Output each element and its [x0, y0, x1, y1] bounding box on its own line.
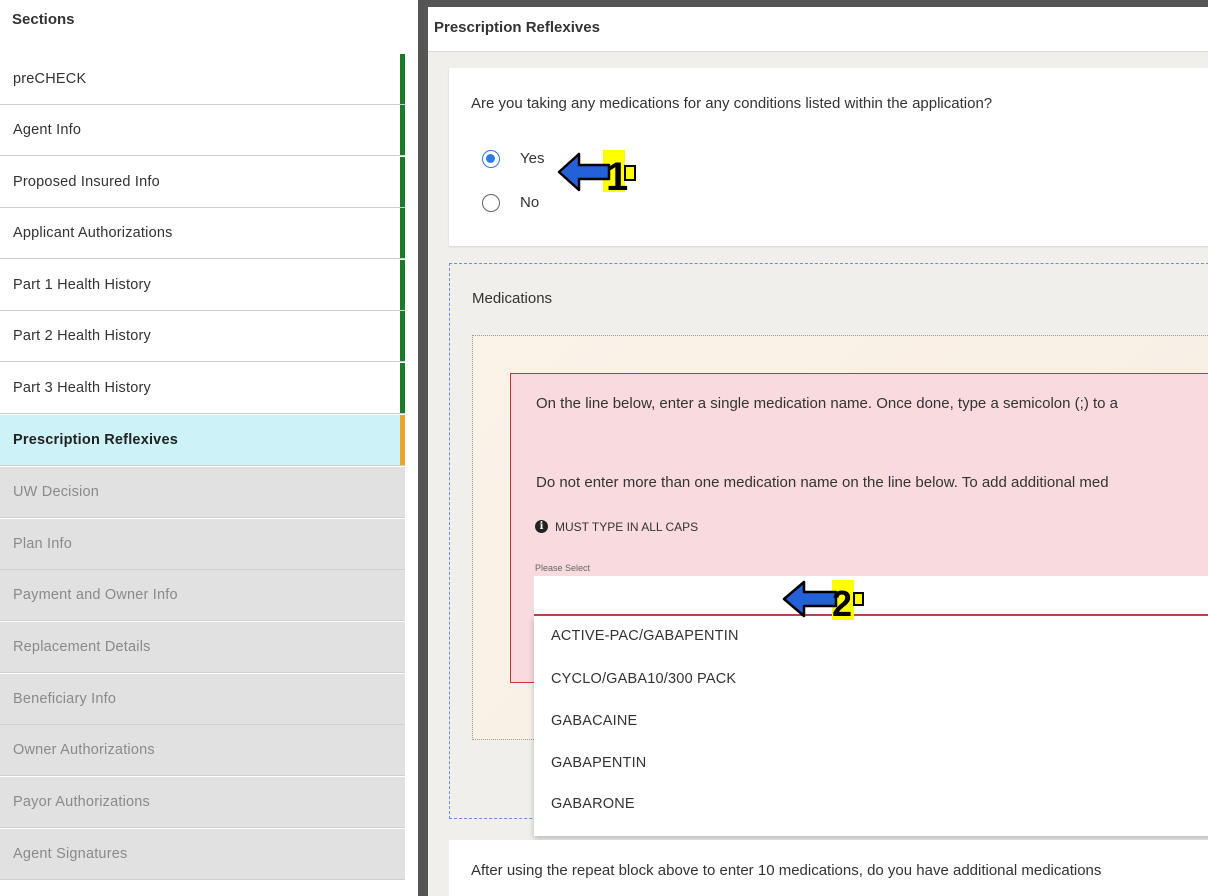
- sidebar-item-uw-decision[interactable]: UW Decision: [0, 467, 405, 518]
- sidebar-item-label: preCHECK: [13, 71, 87, 87]
- sidebar-item-prescription-reflexives[interactable]: Prescription Reflexives: [0, 415, 405, 466]
- medication-instruction-2: Do not enter more than one medication na…: [536, 474, 1109, 491]
- annotation-arrow-2: 2: [782, 580, 864, 624]
- sidebar-item-label: Prescription Reflexives: [13, 432, 178, 448]
- sidebar-item-precheck[interactable]: preCHECK: [0, 54, 405, 105]
- sidebar-header: Sections: [0, 0, 405, 55]
- annotation-tail-2: [853, 592, 864, 606]
- sidebar-item-label: Proposed Insured Info: [13, 174, 160, 190]
- radio-label-no: No: [520, 194, 540, 211]
- medication-select-input[interactable]: [534, 576, 1208, 616]
- sidebar-item-label: Part 3 Health History: [13, 380, 151, 396]
- sidebar-item-payor-authorizations[interactable]: Payor Authorizations: [0, 777, 405, 828]
- sidebar-item-applicant-authorizations[interactable]: Applicant Authorizations: [0, 208, 405, 259]
- dropdown-option[interactable]: ACTIVE-PAC/GABAPENTIN: [551, 628, 739, 644]
- page-title: Prescription Reflexives: [434, 19, 600, 36]
- medication-dropdown: ACTIVE-PAC/GABAPENTIN CYCLO/GABA10/300 P…: [534, 616, 1208, 836]
- radio-button-no[interactable]: [482, 194, 500, 212]
- dropdown-option[interactable]: CYCLO/GABA10/300 PACK: [551, 671, 736, 687]
- medication-instruction-1: On the line below, enter a single medica…: [536, 395, 1118, 412]
- sidebar-item-part2-health-history[interactable]: Part 2 Health History: [0, 311, 405, 362]
- annotation-arrow-1: 1: [557, 150, 636, 196]
- dropdown-option[interactable]: GABACAINE: [551, 713, 637, 729]
- followup-question-text: After using the repeat block above to en…: [471, 862, 1102, 879]
- info-icon: i: [535, 520, 548, 533]
- annotation-number-1: 1: [606, 155, 628, 196]
- sidebar-item-proposed-insured-info[interactable]: Proposed Insured Info: [0, 157, 405, 208]
- sidebar-item-agent-signatures[interactable]: Agent Signatures: [0, 829, 405, 880]
- annotation-number-2: 2: [832, 583, 852, 624]
- annotation-arrowhead-1: [557, 152, 611, 192]
- page-header: Prescription Reflexives: [428, 7, 1208, 52]
- sidebar-item-part1-health-history[interactable]: Part 1 Health History: [0, 260, 405, 311]
- dropdown-option[interactable]: GABARONE: [551, 796, 635, 812]
- sidebar-item-label: Part 1 Health History: [13, 277, 151, 293]
- sidebar-item-label: Agent Signatures: [13, 846, 128, 862]
- sidebar-item-agent-info[interactable]: Agent Info: [0, 105, 405, 156]
- sidebar-item-label: Payor Authorizations: [13, 794, 150, 810]
- sidebar-item-label: Applicant Authorizations: [13, 225, 173, 241]
- sidebar-item-plan-info[interactable]: Plan Info: [0, 519, 405, 570]
- sidebar-item-label: UW Decision: [13, 484, 99, 500]
- sidebar-item-label: Plan Info: [13, 536, 73, 552]
- select-label: Please Select: [535, 563, 591, 573]
- annotation-arrowhead-2: [782, 580, 838, 618]
- sidebar-item-label: Replacement Details: [13, 639, 151, 655]
- sidebar-item-label: Beneficiary Info: [13, 691, 117, 707]
- sidebar-item-part3-health-history[interactable]: Part 3 Health History: [0, 363, 405, 414]
- followup-question-card: After using the repeat block above to en…: [449, 840, 1208, 896]
- sidebar-item-label: Payment and Owner Info: [13, 587, 178, 603]
- sidebar-item-payment-owner-info[interactable]: Payment and Owner Info: [0, 570, 405, 621]
- question-text: Are you taking any medications for any c…: [471, 95, 993, 112]
- sidebar-item-label: Agent Info: [13, 122, 82, 138]
- sidebar-title: Sections: [12, 11, 75, 28]
- sections-sidebar: Sections preCHECK Agent Info Proposed In…: [0, 0, 405, 896]
- sidebar-item-replacement-details[interactable]: Replacement Details: [0, 622, 405, 673]
- sidebar-item-beneficiary-info[interactable]: Beneficiary Info: [0, 674, 405, 725]
- sidebar-item-owner-authorizations[interactable]: Owner Authorizations: [0, 725, 405, 776]
- medications-title: Medications: [472, 290, 553, 307]
- radio-button-yes[interactable]: [482, 150, 500, 168]
- radio-label-yes: Yes: [520, 150, 545, 167]
- dropdown-option[interactable]: GABAPENTIN: [551, 755, 646, 771]
- caps-note: MUST TYPE IN ALL CAPS: [555, 520, 699, 534]
- sidebar-item-label: Part 2 Health History: [13, 328, 151, 344]
- sidebar-item-label: Owner Authorizations: [13, 742, 155, 758]
